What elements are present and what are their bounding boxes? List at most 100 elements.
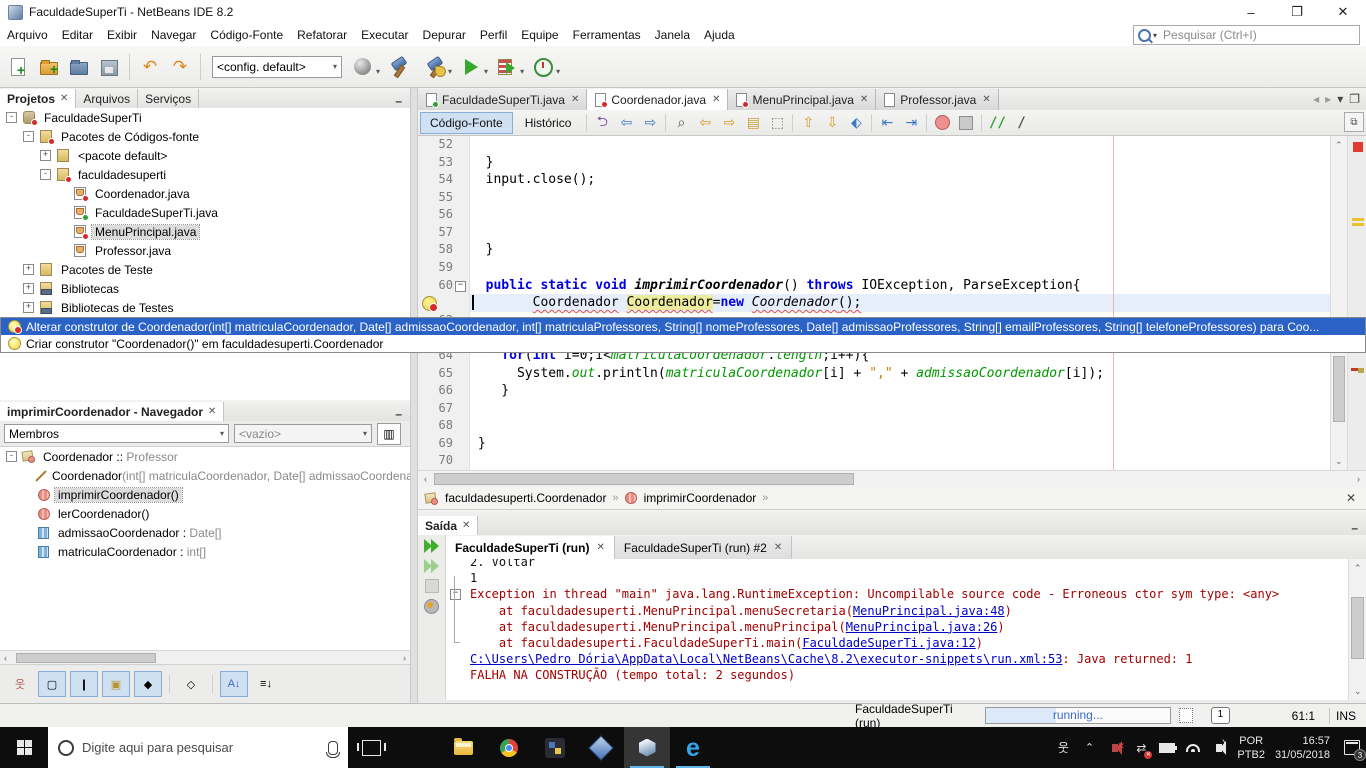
rectangular-selection-button[interactable]: ⬚ — [765, 112, 789, 134]
config-select[interactable]: <config. default> ▾ — [212, 55, 342, 78]
tab-close-icon[interactable]: ✕ — [774, 542, 782, 553]
expand-icon[interactable]: + — [23, 302, 34, 313]
scroll-right-icon[interactable]: › — [1357, 471, 1360, 487]
output-console[interactable]: 2. Voltar 1− Exception in thread "main" ja… — [446, 559, 1348, 700]
scroll-up-icon[interactable]: ⌃ — [1335, 138, 1343, 152]
shift-right-button[interactable]: ⇥ — [899, 112, 923, 134]
menu-exibir[interactable]: Exibir — [100, 26, 144, 44]
hint-selected[interactable]: Alterar construtor de Coordenador(int[] … — [1, 318, 1365, 335]
show-static-members-button[interactable]: ▣ — [102, 671, 130, 697]
macro-stop-button[interactable] — [954, 112, 978, 134]
projects-item-faculdadesuperti[interactable]: - FaculdadeSuperTi — [0, 108, 410, 127]
error-hint-bulb-icon[interactable] — [422, 296, 438, 313]
redo-button[interactable]: ↷ — [165, 51, 195, 83]
find-previous-button[interactable]: ⇦ — [693, 112, 717, 134]
navigator-item-coordenador[interactable]: Coordenador(int[] matriculaCoordenador, … — [0, 466, 410, 485]
navigator-item-lercoordenador[interactable]: lerCoordenador() — [0, 504, 410, 523]
view-button-c-digo-fonte[interactable]: Código-Fonte — [420, 111, 513, 134]
deploy-button[interactable] — [348, 51, 378, 83]
split-editor-button[interactable]: ⧉ — [1344, 112, 1364, 132]
menu-executar[interactable]: Executar — [354, 26, 415, 44]
fold-collapse-icon[interactable]: − — [455, 280, 466, 292]
tabs-scroll-right-icon[interactable]: ▸ — [1325, 92, 1331, 106]
status-progress-bar[interactable]: running... — [985, 707, 1171, 724]
stacktrace-link[interactable]: FaculdadeSuperTi.java:12 — [802, 636, 975, 650]
projects-item-pacote-default[interactable]: + <pacote default> — [0, 146, 410, 165]
code-line-57[interactable]: 57 — [418, 223, 1330, 242]
search-scope-dropdown-icon[interactable]: ▾ — [1153, 31, 1157, 40]
code-line-66[interactable]: 66 } — [418, 382, 1330, 400]
undo-button[interactable]: ↶ — [135, 51, 165, 83]
build-button[interactable] — [384, 51, 414, 83]
clean-build-button[interactable] — [420, 51, 450, 83]
previous-bookmark-button[interactable]: ⇧ — [796, 112, 820, 134]
code-line-67[interactable]: 67 — [418, 399, 1330, 418]
scroll-down-icon[interactable]: ⌄ — [1354, 684, 1362, 698]
projects-minimize-button[interactable]: – — [387, 94, 410, 108]
projects-item-bibliotecas[interactable]: + Bibliotecas — [0, 279, 410, 298]
taskbar-edge-icon[interactable]: e — [670, 727, 716, 768]
quick-search-input[interactable] — [1161, 27, 1359, 43]
tab-projetos[interactable]: Projetos ✕ — [0, 89, 77, 108]
show-fields-button[interactable]: ▢ — [38, 671, 66, 697]
rerun-button[interactable] — [423, 539, 440, 553]
menu-equipe[interactable]: Equipe — [514, 26, 565, 44]
microphone-icon[interactable] — [326, 740, 340, 758]
code-editor[interactable]: 52 53 } 54 input.close(); 55 56 57 58 } 59 60− p… — [418, 136, 1330, 470]
tab-close-icon[interactable]: ✕ — [571, 94, 579, 105]
next-bookmark-button[interactable]: ⇩ — [820, 112, 844, 134]
collapse-icon[interactable]: - — [6, 112, 17, 123]
profile-button[interactable] — [528, 51, 558, 83]
language-indicator[interactable]: POR PTB2 — [1237, 734, 1265, 762]
tab-close-icon[interactable]: ✕ — [982, 94, 990, 105]
sort-by-source-button[interactable]: ≡↓ — [252, 671, 280, 697]
panel-splitter[interactable] — [410, 88, 418, 703]
editor-error-stripe[interactable] — [1347, 136, 1366, 470]
collapse-icon[interactable]: - — [23, 131, 34, 142]
menu-editar[interactable]: Editar — [55, 26, 100, 44]
back-button[interactable]: ⇦ — [614, 112, 638, 134]
stacktrace-link[interactable]: MenuPrincipal.java:26 — [846, 620, 998, 634]
sync-error-icon[interactable]: ⇄ ✕ — [1133, 740, 1153, 759]
navigator-horizontal-scrollbar[interactable]: ‹ › — [0, 650, 410, 665]
output-tab-faculdadesuperti-run-2[interactable]: FaculdadeSuperTi (run) #2 ✕ — [614, 536, 793, 559]
taskbar-task-view-icon[interactable] — [348, 727, 394, 768]
navigator-item-matriculacoordenador[interactable]: matriculaCoordenador : int[] — [0, 542, 410, 561]
minimize-button[interactable]: – — [1228, 0, 1274, 24]
projects-item-pacotes-de-teste[interactable]: + Pacotes de Teste — [0, 260, 410, 279]
breadcrumb-item-faculdadesuperti-coordenador[interactable]: faculdadesuperti.Coordenador — [445, 491, 606, 505]
navigator-window-icon[interactable]: ▥ — [377, 422, 401, 445]
output-minimize-button[interactable]: – — [1343, 521, 1366, 535]
view-button-hist-rico[interactable]: Histórico — [515, 112, 582, 134]
volume-icon[interactable]: ) — [1211, 739, 1227, 756]
breadcrumb-item-imprimircoordenador[interactable]: imprimirCoordenador — [644, 491, 757, 505]
open-project-button[interactable] — [64, 51, 94, 83]
breadcrumb-close-icon[interactable]: ✕ — [1346, 491, 1366, 505]
menu-arquivo[interactable]: Arquivo — [0, 26, 55, 44]
scroll-right-icon[interactable]: › — [403, 651, 406, 665]
menu-c-digo-fonte[interactable]: Código-Fonte — [203, 26, 290, 44]
code-line-58[interactable]: 58 } — [418, 241, 1330, 260]
code-line-52[interactable]: 52 — [418, 136, 1330, 154]
clock[interactable]: 16:57 31/05/2018 — [1275, 734, 1330, 762]
projects-item-coordenador-java[interactable]: Coordenador.java — [0, 184, 410, 203]
macro-record-button[interactable] — [930, 112, 954, 134]
sort-alphabetically-button[interactable]: A↓ — [220, 671, 248, 697]
rerun-with-options-button[interactable] — [423, 559, 440, 573]
scroll-left-icon[interactable]: ‹ — [4, 651, 7, 665]
quick-search-box[interactable]: ▾ — [1133, 25, 1360, 45]
notifications-icon[interactable]: 1 — [1211, 707, 1230, 724]
code-line-65[interactable]: 65 System.out.println(matriculaCoordenad… — [418, 364, 1330, 383]
wifi-icon[interactable] — [1185, 740, 1201, 756]
taskbar-virtualbox-icon[interactable] — [578, 727, 624, 768]
process-list-icon[interactable] — [1178, 708, 1194, 723]
navigator-item-imprimircoordenador[interactable]: imprimirCoordenador() — [0, 485, 410, 504]
battery-icon[interactable] — [1159, 740, 1178, 756]
navigator-tab-close-icon[interactable]: ✕ — [208, 406, 216, 417]
close-button[interactable]: ✕ — [1320, 0, 1366, 24]
volume-muted-icon[interactable]: ✕ — [1107, 740, 1125, 756]
code-line-53[interactable]: 53 } — [418, 153, 1330, 172]
show-inner-classes-button[interactable]: ◇ — [177, 671, 205, 697]
collapse-icon[interactable]: - — [6, 451, 17, 462]
tab-close-icon[interactable]: ✕ — [712, 94, 720, 105]
